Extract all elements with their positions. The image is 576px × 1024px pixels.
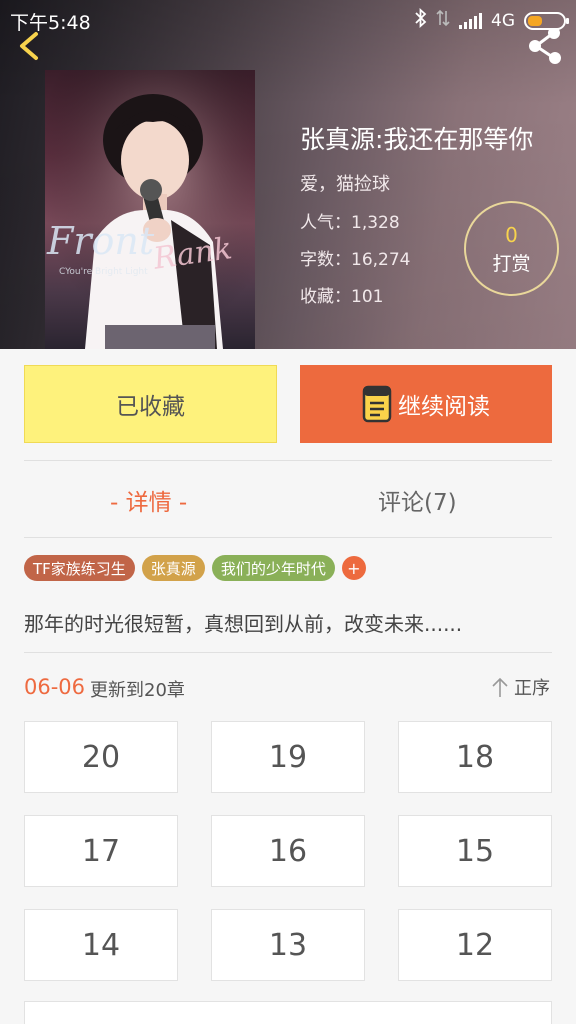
update-date: 06-06 xyxy=(24,675,86,699)
book-icon xyxy=(362,385,392,423)
tab-comments[interactable]: 评论(7) xyxy=(378,483,457,517)
sort-up-arrow-icon xyxy=(492,677,508,697)
tip-button[interactable]: 0 打赏 xyxy=(464,201,559,296)
tag-item[interactable]: 张真源 xyxy=(141,555,205,581)
book-header: 下午5:48 4G Front Rank CYou're Bright Ligh… xyxy=(0,0,576,349)
chapter-button[interactable]: 15 xyxy=(398,815,552,887)
book-title: 张真源:我还在那等你 xyxy=(300,125,534,154)
chapter-button[interactable]: 14 xyxy=(24,909,178,981)
chapter-button[interactable]: 18 xyxy=(398,721,552,793)
share-button[interactable] xyxy=(522,27,566,68)
share-icon xyxy=(529,27,561,64)
cover-title-text: Front xyxy=(46,219,155,263)
data-transfer-icon xyxy=(436,9,450,32)
collected-label: 已收藏 xyxy=(116,394,185,420)
divider xyxy=(24,537,552,538)
chapter-row-partial xyxy=(24,1001,552,1024)
tag-list: TF家族练习生 张真源 我们的少年时代 + xyxy=(24,555,366,581)
chapter-button[interactable]: 19 xyxy=(211,721,365,793)
tip-count: 0 xyxy=(505,223,518,247)
signal-icon xyxy=(459,12,482,29)
tip-label: 打赏 xyxy=(492,253,531,275)
battery-icon xyxy=(524,11,569,30)
sort-order-button[interactable]: 正序 xyxy=(490,674,550,700)
chapter-button[interactable]: 13 xyxy=(211,909,365,981)
tag-item[interactable]: TF家族练习生 xyxy=(24,555,135,581)
bluetooth-icon xyxy=(415,7,427,33)
status-bar: 下午5:48 4G xyxy=(0,0,576,38)
update-text: 更新到20章 xyxy=(90,680,185,701)
tab-detail[interactable]: - 详情 - xyxy=(110,483,187,517)
cover-subtitle-text: CYou're Bright Light xyxy=(59,267,148,277)
add-tag-button[interactable]: + xyxy=(341,556,366,580)
back-arrow-icon xyxy=(20,32,38,60)
continue-reading-label: 继续阅读 xyxy=(398,394,490,420)
network-type: 4G xyxy=(491,10,515,31)
back-button[interactable] xyxy=(12,28,48,64)
divider xyxy=(24,460,552,461)
tag-item[interactable]: 我们的少年时代 xyxy=(211,555,335,581)
chapter-button[interactable]: 12 xyxy=(398,909,552,981)
chapter-button[interactable]: 17 xyxy=(24,815,178,887)
chapter-button[interactable]: 20 xyxy=(24,721,178,793)
book-author[interactable]: 爱，猫捡球 xyxy=(300,170,533,196)
book-summary: 那年的时光很短暂，真想回到从前，改变未来...... xyxy=(24,612,463,636)
chapter-button[interactable]: 16 xyxy=(211,815,365,887)
continue-reading-button[interactable]: 继续阅读 xyxy=(300,365,552,443)
book-cover[interactable]: Front Rank CYou're Bright Light xyxy=(45,70,255,349)
divider xyxy=(24,652,552,653)
sort-order-label: 正序 xyxy=(514,678,550,699)
collected-button[interactable]: 已收藏 xyxy=(24,365,277,443)
